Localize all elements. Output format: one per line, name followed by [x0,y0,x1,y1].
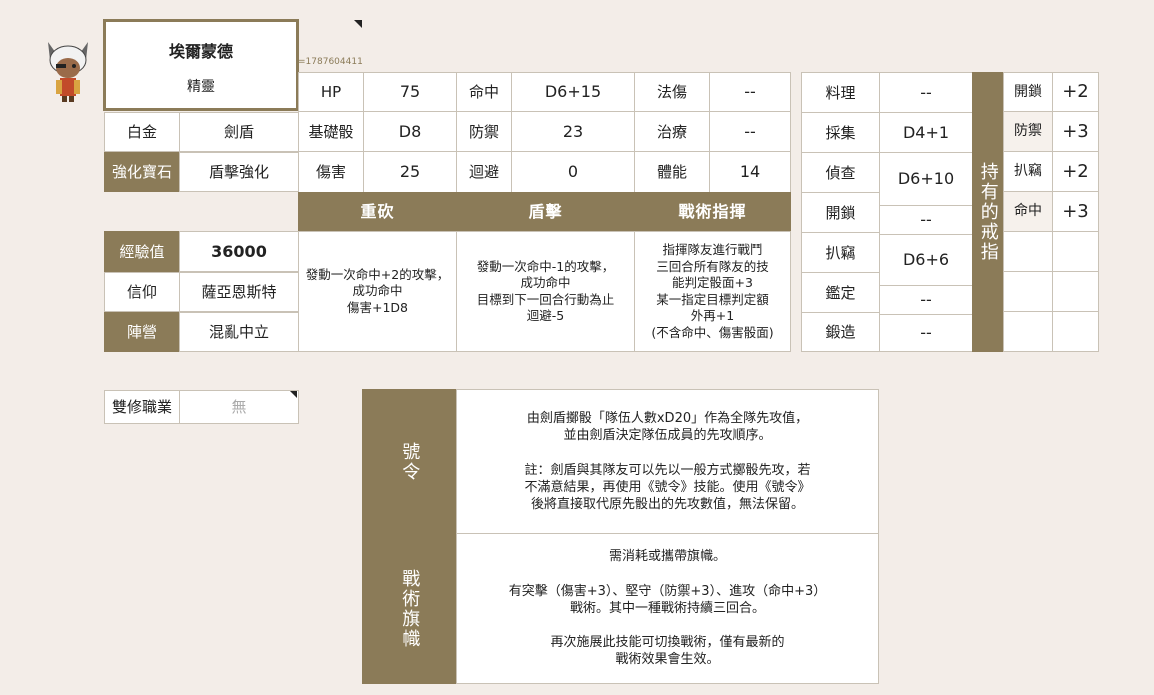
dual-class-marker [290,391,297,398]
ability-desc-command: 由劍盾擲骰「隊伍人數xD20」作為全隊先攻值， 並由劍盾決定隊伍成員的先攻順序。… [456,389,879,534]
camp-label: 陣營 [104,312,180,352]
ring-empty-slot [1003,311,1053,352]
life-label-cooking: 料理 [801,72,880,113]
character-name: 埃爾蒙德 [168,42,233,61]
ability-desc-tactical-banner: 需消耗或攜帶旗幟。 有突擊（傷害+3）、堅守（防禦+3）、進攻（命中+3） 戰術… [456,533,879,684]
dual-class-value[interactable]: 無 [179,390,299,424]
class-label: 劍盾 [179,112,299,152]
skill-name-tactical-command: 戰術指揮 [634,192,791,232]
life-label-lockpicking: 開鎖 [801,192,880,233]
avatar [42,38,94,104]
defense-label: 防禦 [456,111,512,152]
life-label-gathering: 採集 [801,112,880,153]
ring-empty-slot [1052,271,1099,312]
heal-label: 治療 [634,111,710,152]
life-label-pickpocket: 扒竊 [801,232,880,273]
ring-empty-slot [1003,231,1053,272]
life-value-gathering: D4+1 [879,112,973,153]
ring-value-defense: +3 [1052,111,1099,152]
life-value-scouting: D6+10 [879,152,973,206]
ring-label-lockpicking: 開鎖 [1003,72,1053,112]
hit-label: 命中 [456,72,512,112]
ring-empty-slot [1052,231,1099,272]
life-label-scouting: 偵查 [801,152,880,193]
life-label-forging: 鍛造 [801,312,880,352]
ring-value-lockpicking: +2 [1052,72,1099,112]
skill-name-shield-bash: 盾擊 [456,192,635,232]
stamina-label: 體能 [634,151,710,193]
life-label-appraisal: 鑑定 [801,272,880,313]
mdmg-value: -- [709,72,791,112]
gem-value: 盾擊強化 [179,152,299,192]
evasion-label: 迴避 [456,151,512,193]
life-value-pickpocket: D6+6 [879,234,973,286]
ability-name-command: 號令 [362,389,457,534]
ability-name-tactical-banner: 戰術旗幟 [362,533,457,684]
hp-value: 75 [363,72,457,112]
mdmg-label: 法傷 [634,72,710,112]
stamina-value: 14 [709,151,791,193]
evasion-value: 0 [511,151,635,193]
rings-title: 持有的戒指 [972,72,1004,352]
character-race: 精靈 [187,79,215,95]
damage-label: 傷害 [298,151,364,193]
heal-value: -- [709,111,791,152]
skill-name-heavy-slash: 重砍 [298,192,457,232]
exp-value: 36000 [179,231,299,272]
base-dice-value: D8 [363,111,457,152]
camp-value: 混亂中立 [179,312,299,352]
name-card: 埃爾蒙德 精靈 [103,19,299,111]
faith-value: 薩亞恩斯特 [179,272,299,312]
ring-label-hit: 命中 [1003,191,1053,232]
skill-desc-tactical-command: 指揮隊友進行戰鬥 三回合所有隊友的技 能判定骰面+3 某一指定目標判定額 外再+… [634,231,791,352]
defense-value: 23 [511,111,635,152]
ring-empty-slot [1003,271,1053,312]
faith-label: 信仰 [104,272,180,312]
ring-label-defense: 防禦 [1003,111,1053,152]
platinum-label: 白金 [104,112,180,152]
life-value-forging: -- [879,314,973,352]
id-text: =1787604411 [298,57,363,67]
life-value-lockpicking: -- [879,205,973,235]
life-value-appraisal: -- [879,285,973,315]
skill-desc-heavy-slash: 發動一次命中+2的攻擊，成功命中 傷害+1D8 [298,231,457,352]
exp-label: 經驗值 [104,231,180,272]
ring-empty-slot [1052,311,1099,352]
hp-label: HP [298,72,364,112]
ring-label-pickpocket: 扒竊 [1003,151,1053,192]
life-value-cooking: -- [879,72,973,113]
dual-class-label: 雙修職業 [104,390,180,424]
gem-label: 強化寶石 [104,152,180,192]
hit-value: D6+15 [511,72,635,112]
ring-value-hit: +3 [1052,191,1099,232]
base-dice-label: 基礎骰 [298,111,364,152]
damage-value: 25 [363,151,457,193]
ring-value-pickpocket: +2 [1052,151,1099,192]
corner-marker [354,20,362,28]
skill-desc-shield-bash: 發動一次命中-1的攻擊， 成功命中 目標到下一回合行動為止 迴避-5 [456,231,635,352]
